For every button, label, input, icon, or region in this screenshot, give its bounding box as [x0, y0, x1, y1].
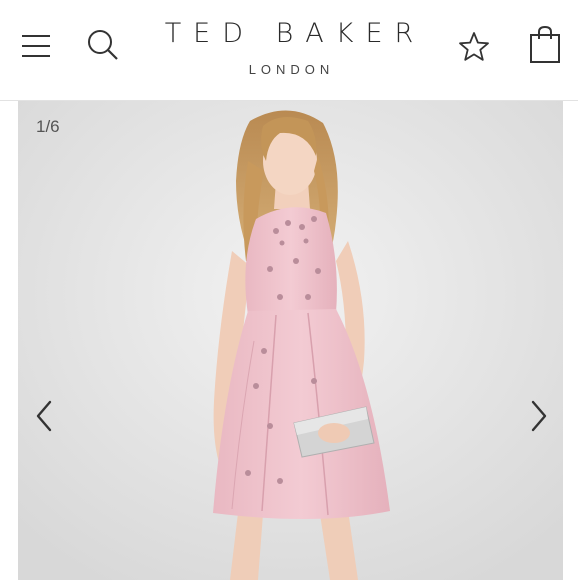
chevron-left-icon [36, 400, 52, 432]
site-header: TED BAKER LONDON [0, 0, 578, 101]
chevron-right-icon [531, 400, 547, 432]
image-counter: 1/6 [36, 117, 60, 136]
brand-location: LONDON [248, 62, 335, 77]
brand-name: TED BAKER [164, 18, 426, 49]
bag-button[interactable] [528, 24, 562, 64]
menu-icon [22, 35, 50, 57]
menu-button[interactable] [20, 30, 52, 62]
product-image-gallery[interactable]: 1/6 [18, 101, 563, 580]
wishlist-button[interactable] [457, 30, 491, 64]
star-icon [459, 32, 489, 61]
shopping-bag-icon [530, 25, 560, 63]
brand-logo[interactable]: TED BAKER LONDON [139, 14, 439, 84]
next-image-button[interactable] [523, 396, 553, 436]
previous-image-button[interactable] [30, 396, 60, 436]
search-icon [88, 30, 118, 60]
search-button[interactable] [86, 28, 120, 62]
product-image [18, 101, 563, 580]
